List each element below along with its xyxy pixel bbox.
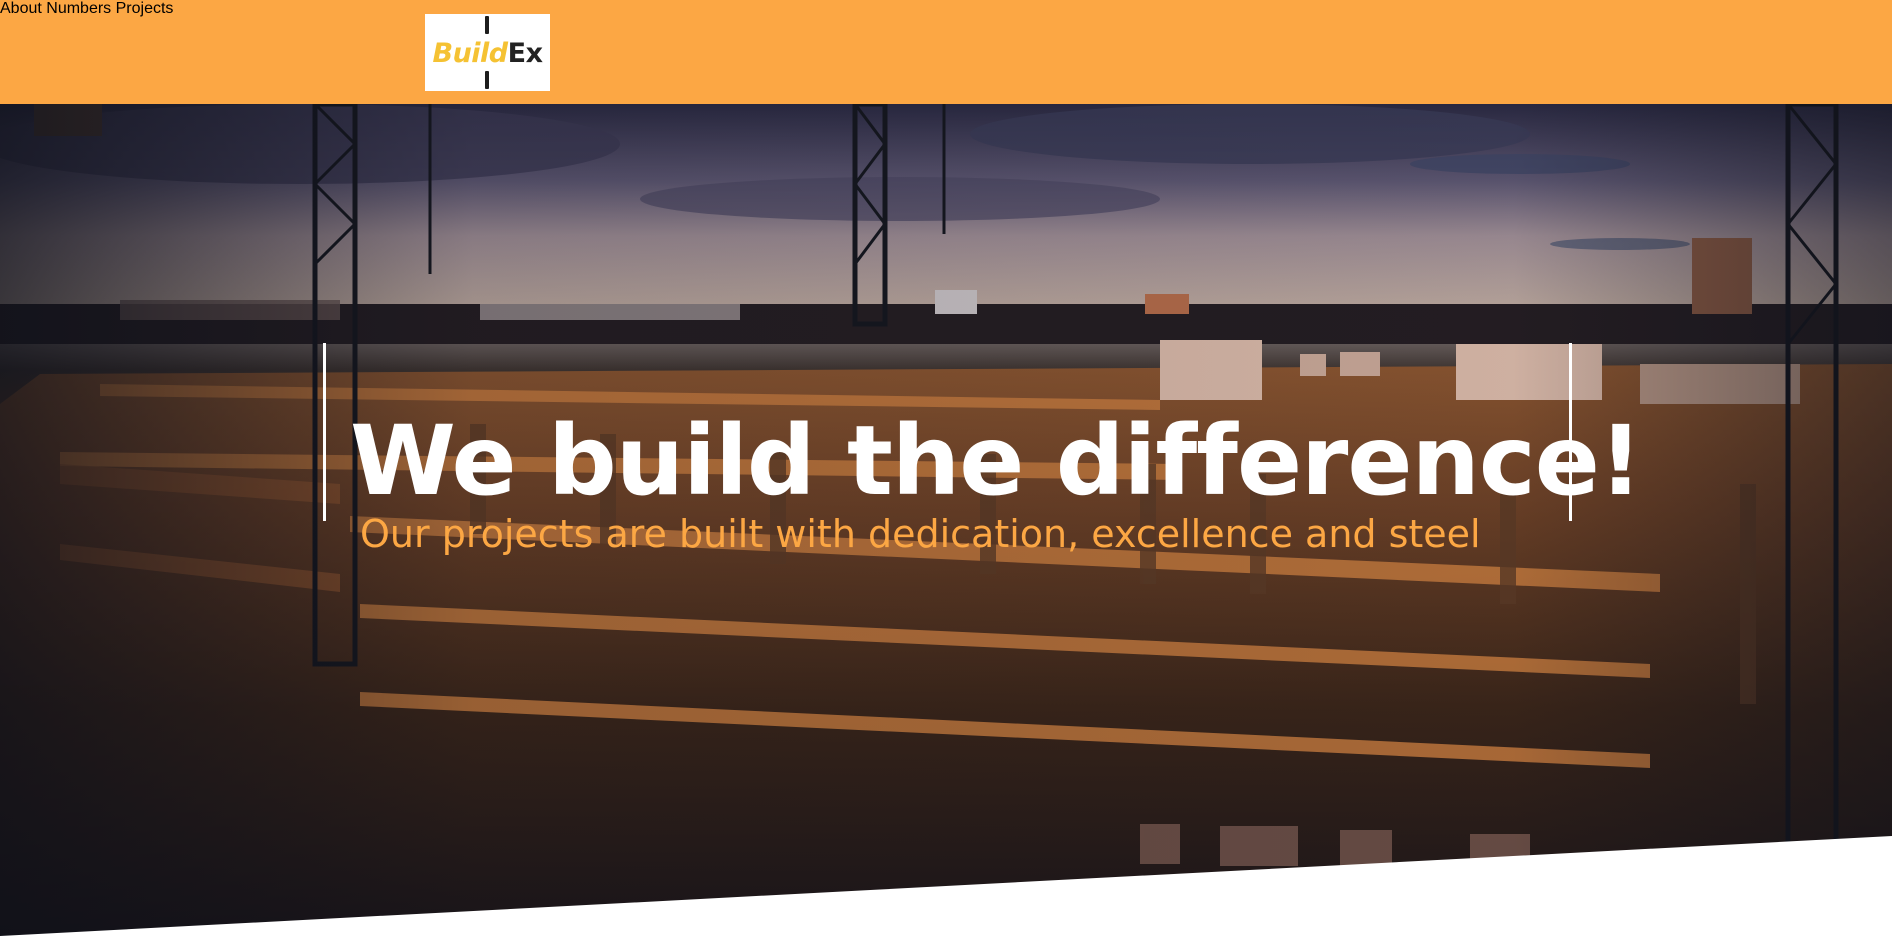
hero-subheadline: Our projects are built with dedication, … bbox=[360, 512, 1481, 556]
nav-link-about[interactable]: About bbox=[0, 0, 42, 17]
hero-headline: We build the difference! bbox=[350, 405, 1643, 518]
site-header: Build Ex About Numbers Projects bbox=[0, 0, 1892, 104]
nav-link-numbers[interactable]: Numbers bbox=[46, 0, 111, 17]
headline-frame-left bbox=[323, 343, 326, 521]
logo-bar-bottom bbox=[485, 71, 489, 89]
logo-bar-top bbox=[485, 16, 489, 34]
nav-link-projects[interactable]: Projects bbox=[116, 0, 174, 17]
logo[interactable]: Build Ex bbox=[425, 14, 550, 91]
main-nav: About Numbers Projects bbox=[0, 0, 1892, 18]
logo-text-build: Build bbox=[432, 38, 509, 69]
logo-text-ex: Ex bbox=[507, 38, 543, 69]
